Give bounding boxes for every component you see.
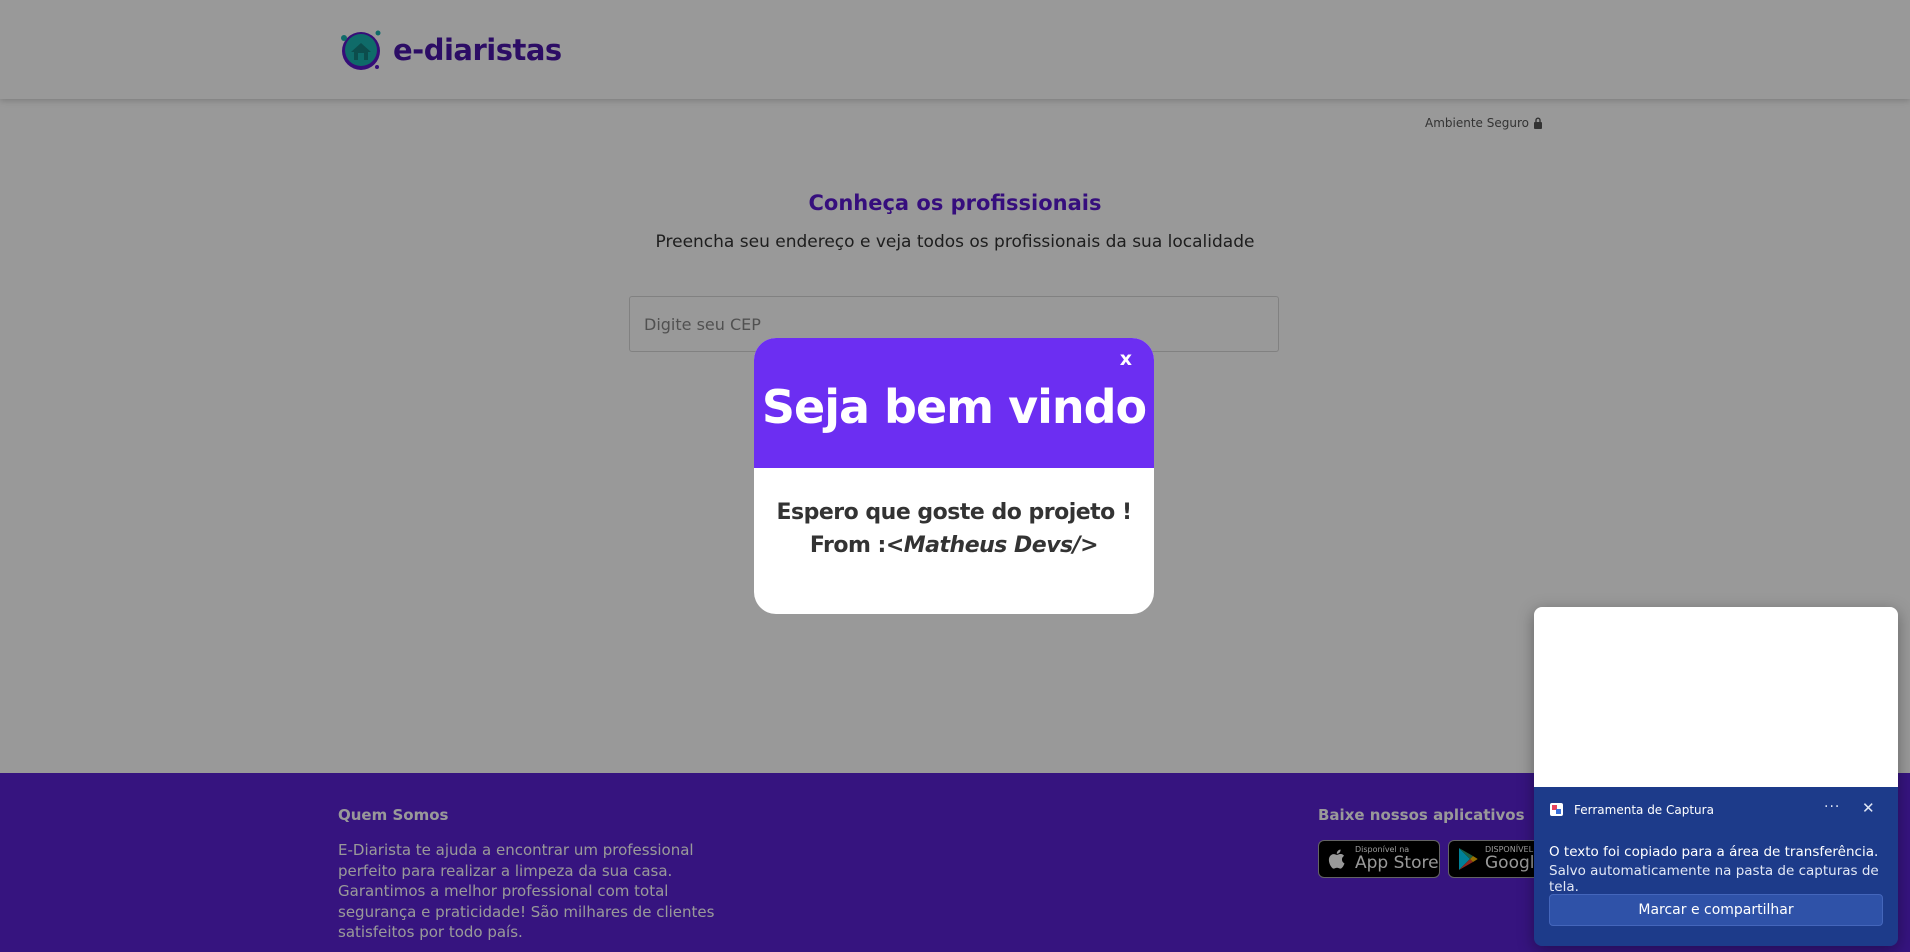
notification-body: Ferramenta de Captura ··· ✕ O texto foi …: [1534, 787, 1898, 946]
signature-prefix: From :: [809, 533, 886, 558]
snipping-tool-icon: [1550, 803, 1563, 816]
welcome-modal-message: Espero que goste do projeto !: [776, 500, 1132, 525]
welcome-modal: x Seja bem vindo Espero que goste do pro…: [754, 338, 1154, 614]
welcome-modal-title: Seja bem vindo: [761, 380, 1147, 434]
snipping-tool-notification[interactable]: Ferramenta de Captura ··· ✕ O texto foi …: [1534, 607, 1898, 946]
screenshot-preview[interactable]: [1534, 607, 1898, 787]
signature-author: <Matheus Devs/>: [885, 533, 1099, 558]
welcome-modal-signature-line: From :<Matheus Devs/>: [754, 533, 1154, 558]
close-icon[interactable]: ✕: [1862, 799, 1875, 817]
more-options-icon[interactable]: ···: [1824, 799, 1840, 815]
notification-detail: Salvo automaticamente na pasta de captur…: [1549, 863, 1879, 895]
notification-app-name: Ferramenta de Captura: [1574, 803, 1714, 817]
mark-and-share-button[interactable]: Marcar e compartilhar: [1549, 894, 1883, 926]
welcome-modal-header: x Seja bem vindo: [754, 338, 1154, 468]
modal-close-button[interactable]: x: [1120, 348, 1132, 370]
notification-message: O texto foi copiado para a área de trans…: [1549, 844, 1879, 860]
